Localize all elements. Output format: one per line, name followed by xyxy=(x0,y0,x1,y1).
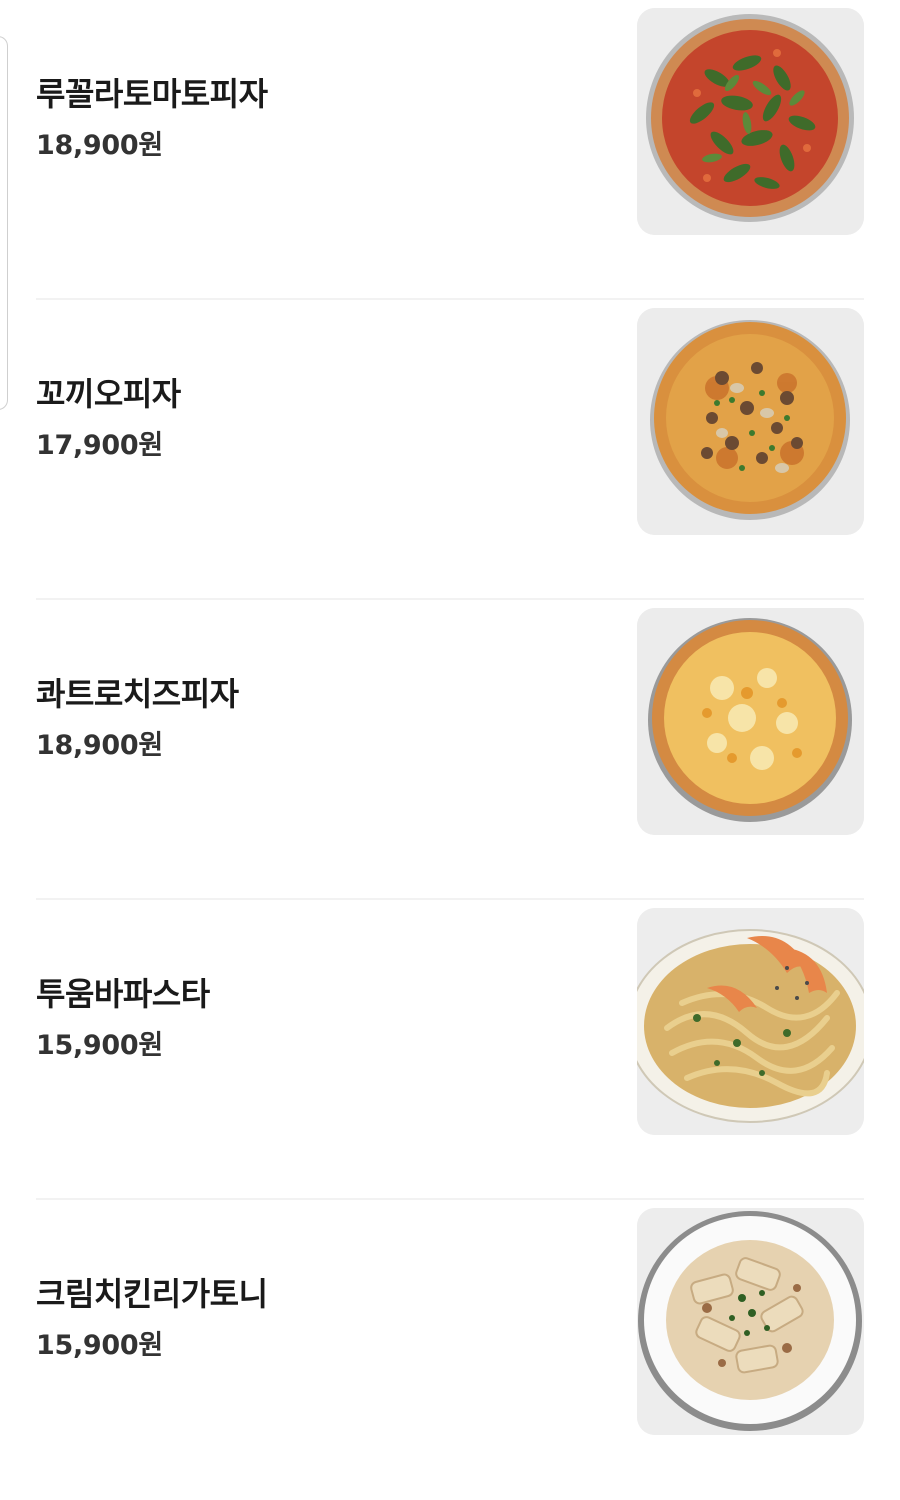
cream-chicken-rigatoni-photo[interactable] xyxy=(637,1208,864,1435)
menu-item-name: 루꼴라토마토피자 xyxy=(36,75,268,113)
menu-item-name: 크림치킨리가토니 xyxy=(36,1275,268,1313)
menu-list: 루꼴라토마토피자 18,900원 꼬끼오피자 17,900원 콰트로치즈피자 1… xyxy=(36,0,864,1500)
menu-item-name: 꼬끼오피자 xyxy=(36,375,181,413)
chicken-mushroom-pizza-photo[interactable] xyxy=(637,308,864,535)
menu-item-text: 투움바파스타 15,900원 xyxy=(36,972,210,1064)
menu-item-text: 루꼴라토마토피자 18,900원 xyxy=(36,72,268,164)
menu-item-arugula-tomato-pizza[interactable]: 루꼴라토마토피자 18,900원 xyxy=(36,0,864,300)
shrimp-toowoomba-pasta-photo[interactable] xyxy=(637,908,864,1135)
four-cheese-pizza-photo[interactable] xyxy=(637,608,864,835)
menu-item-kkokkio-pizza[interactable]: 꼬끼오피자 17,900원 xyxy=(36,300,864,600)
pizza-image xyxy=(637,8,864,235)
menu-item-price: 18,900원 xyxy=(36,130,163,161)
menu-item-cream-chicken-rigatoni[interactable]: 크림치킨리가토니 15,900원 xyxy=(36,1200,864,1500)
menu-item-text: 크림치킨리가토니 15,900원 xyxy=(36,1272,268,1364)
pizza-image xyxy=(637,608,864,835)
menu-item-toowoomba-pasta[interactable]: 투움바파스타 15,900원 xyxy=(36,900,864,1200)
arugula-tomato-pizza-photo[interactable] xyxy=(637,8,864,235)
pizza-image xyxy=(637,308,864,535)
menu-item-price: 17,900원 xyxy=(36,430,163,461)
menu-item-text: 꼬끼오피자 17,900원 xyxy=(36,372,181,464)
menu-item-name: 투움바파스타 xyxy=(36,975,210,1013)
menu-item-quattro-cheese-pizza[interactable]: 콰트로치즈피자 18,900원 xyxy=(36,600,864,900)
scroll-indicator[interactable] xyxy=(0,36,8,410)
menu-item-text: 콰트로치즈피자 18,900원 xyxy=(36,672,239,764)
pasta-image xyxy=(637,908,864,1135)
menu-item-price: 15,900원 xyxy=(36,1030,163,1061)
menu-item-name: 콰트로치즈피자 xyxy=(36,675,239,713)
menu-item-price: 18,900원 xyxy=(36,730,163,761)
menu-item-price: 15,900원 xyxy=(36,1330,163,1361)
pasta-image xyxy=(637,1208,864,1435)
